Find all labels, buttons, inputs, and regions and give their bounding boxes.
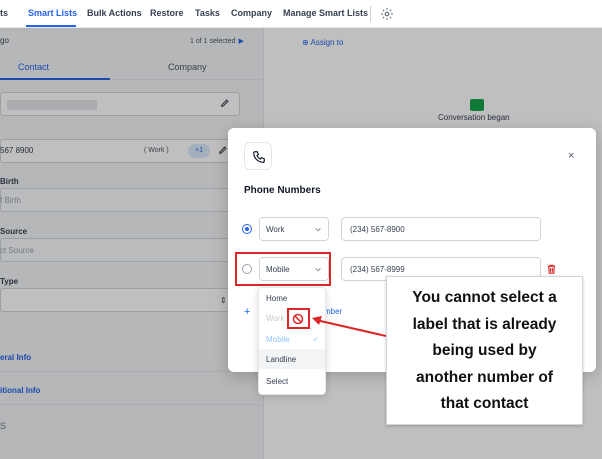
contact-details-panel: go 1 of 1 selected ▶ Contact Company 567 … [0, 28, 264, 459]
dropdown-option-select[interactable]: Select [259, 371, 325, 391]
primary-radio-work[interactable] [242, 224, 252, 234]
divider [0, 404, 264, 405]
tab-contact[interactable]: Contact [18, 62, 49, 72]
phone-input-work[interactable]: (234) 567-8900 [341, 217, 541, 241]
type-select[interactable] [0, 288, 240, 312]
gear-icon[interactable] [380, 7, 394, 21]
panel-header-partial: go [0, 36, 9, 45]
phone-icon-container [244, 142, 272, 170]
contact-company-tabs: Contact Company [0, 54, 264, 80]
nav-item-smart-lists[interactable]: Smart Lists [28, 8, 77, 18]
dropdown-option-home[interactable]: Home [259, 288, 325, 308]
pagination-text: 1 of 1 selected ▶ [190, 38, 244, 45]
phone-type-tag: ( Work ) [144, 147, 169, 154]
divider [0, 371, 264, 372]
top-nav: ts Smart Lists Bulk Actions Restore Task… [0, 0, 602, 28]
chevron-right-icon[interactable]: ▶ [239, 38, 244, 45]
callout-line: another number of [416, 368, 553, 386]
nav-item-company[interactable]: Company [231, 8, 272, 18]
name-field[interactable] [0, 92, 240, 116]
nav-item-restore[interactable]: Restore [150, 8, 184, 18]
annotation-arrow [312, 316, 387, 337]
assign-to-link[interactable]: ⊕ Assign to [302, 38, 343, 47]
message-icon [470, 99, 484, 111]
modal-title: Phone Numbers [244, 185, 321, 196]
close-button[interactable]: × [568, 150, 574, 162]
nav-item-manage-smart-lists[interactable]: Manage Smart Lists [283, 8, 368, 18]
type-label: Type [0, 277, 19, 286]
callout-line: being used by [432, 342, 537, 359]
source-label: Source [0, 227, 28, 236]
add-number-button[interactable]: + [244, 306, 254, 318]
pencil-icon[interactable] [218, 145, 228, 155]
callout-line: label that is already [412, 315, 557, 333]
plus-icon: + [244, 306, 251, 318]
phone-icon [253, 151, 265, 163]
birth-field[interactable] [0, 188, 240, 212]
trash-icon[interactable] [546, 263, 557, 275]
annotation-callout: You cannot select a label that is alread… [386, 276, 583, 425]
source-placeholder: ct Source [0, 246, 34, 255]
phone-value: 567 8900 [0, 146, 34, 155]
tab-company[interactable]: Company [168, 62, 207, 72]
phone-count-badge[interactable]: +1 [188, 144, 210, 158]
conversation-began-text: Conversation began [438, 113, 510, 122]
nav-item-bulk-actions[interactable]: Bulk Actions [87, 8, 142, 18]
pencil-icon[interactable] [220, 98, 230, 108]
tab-underline [0, 78, 110, 80]
active-tab-underline [26, 25, 76, 27]
redacted-value [7, 100, 97, 110]
callout-line: You cannot select a [412, 289, 557, 306]
chevron-down-icon [315, 227, 321, 232]
nav-item-tasks[interactable]: Tasks [195, 8, 220, 18]
birth-placeholder: f Birth [0, 196, 21, 205]
nav-divider [370, 6, 371, 22]
dropdown-option-landline[interactable]: Landline [259, 349, 325, 369]
source-field[interactable] [0, 238, 240, 262]
select-arrows-icon: ⇕ [220, 296, 227, 305]
section-partial: S [0, 421, 7, 431]
birth-label: Birth [0, 177, 19, 186]
label-select-work[interactable]: Work [259, 217, 329, 241]
highlight-box-mobile-select [235, 252, 331, 286]
callout-line: that contact [440, 395, 529, 412]
nav-item-partial[interactable]: ts [0, 8, 8, 18]
additional-info-section[interactable]: itional Info [0, 386, 40, 395]
general-info-section[interactable]: eral Info [0, 353, 31, 362]
